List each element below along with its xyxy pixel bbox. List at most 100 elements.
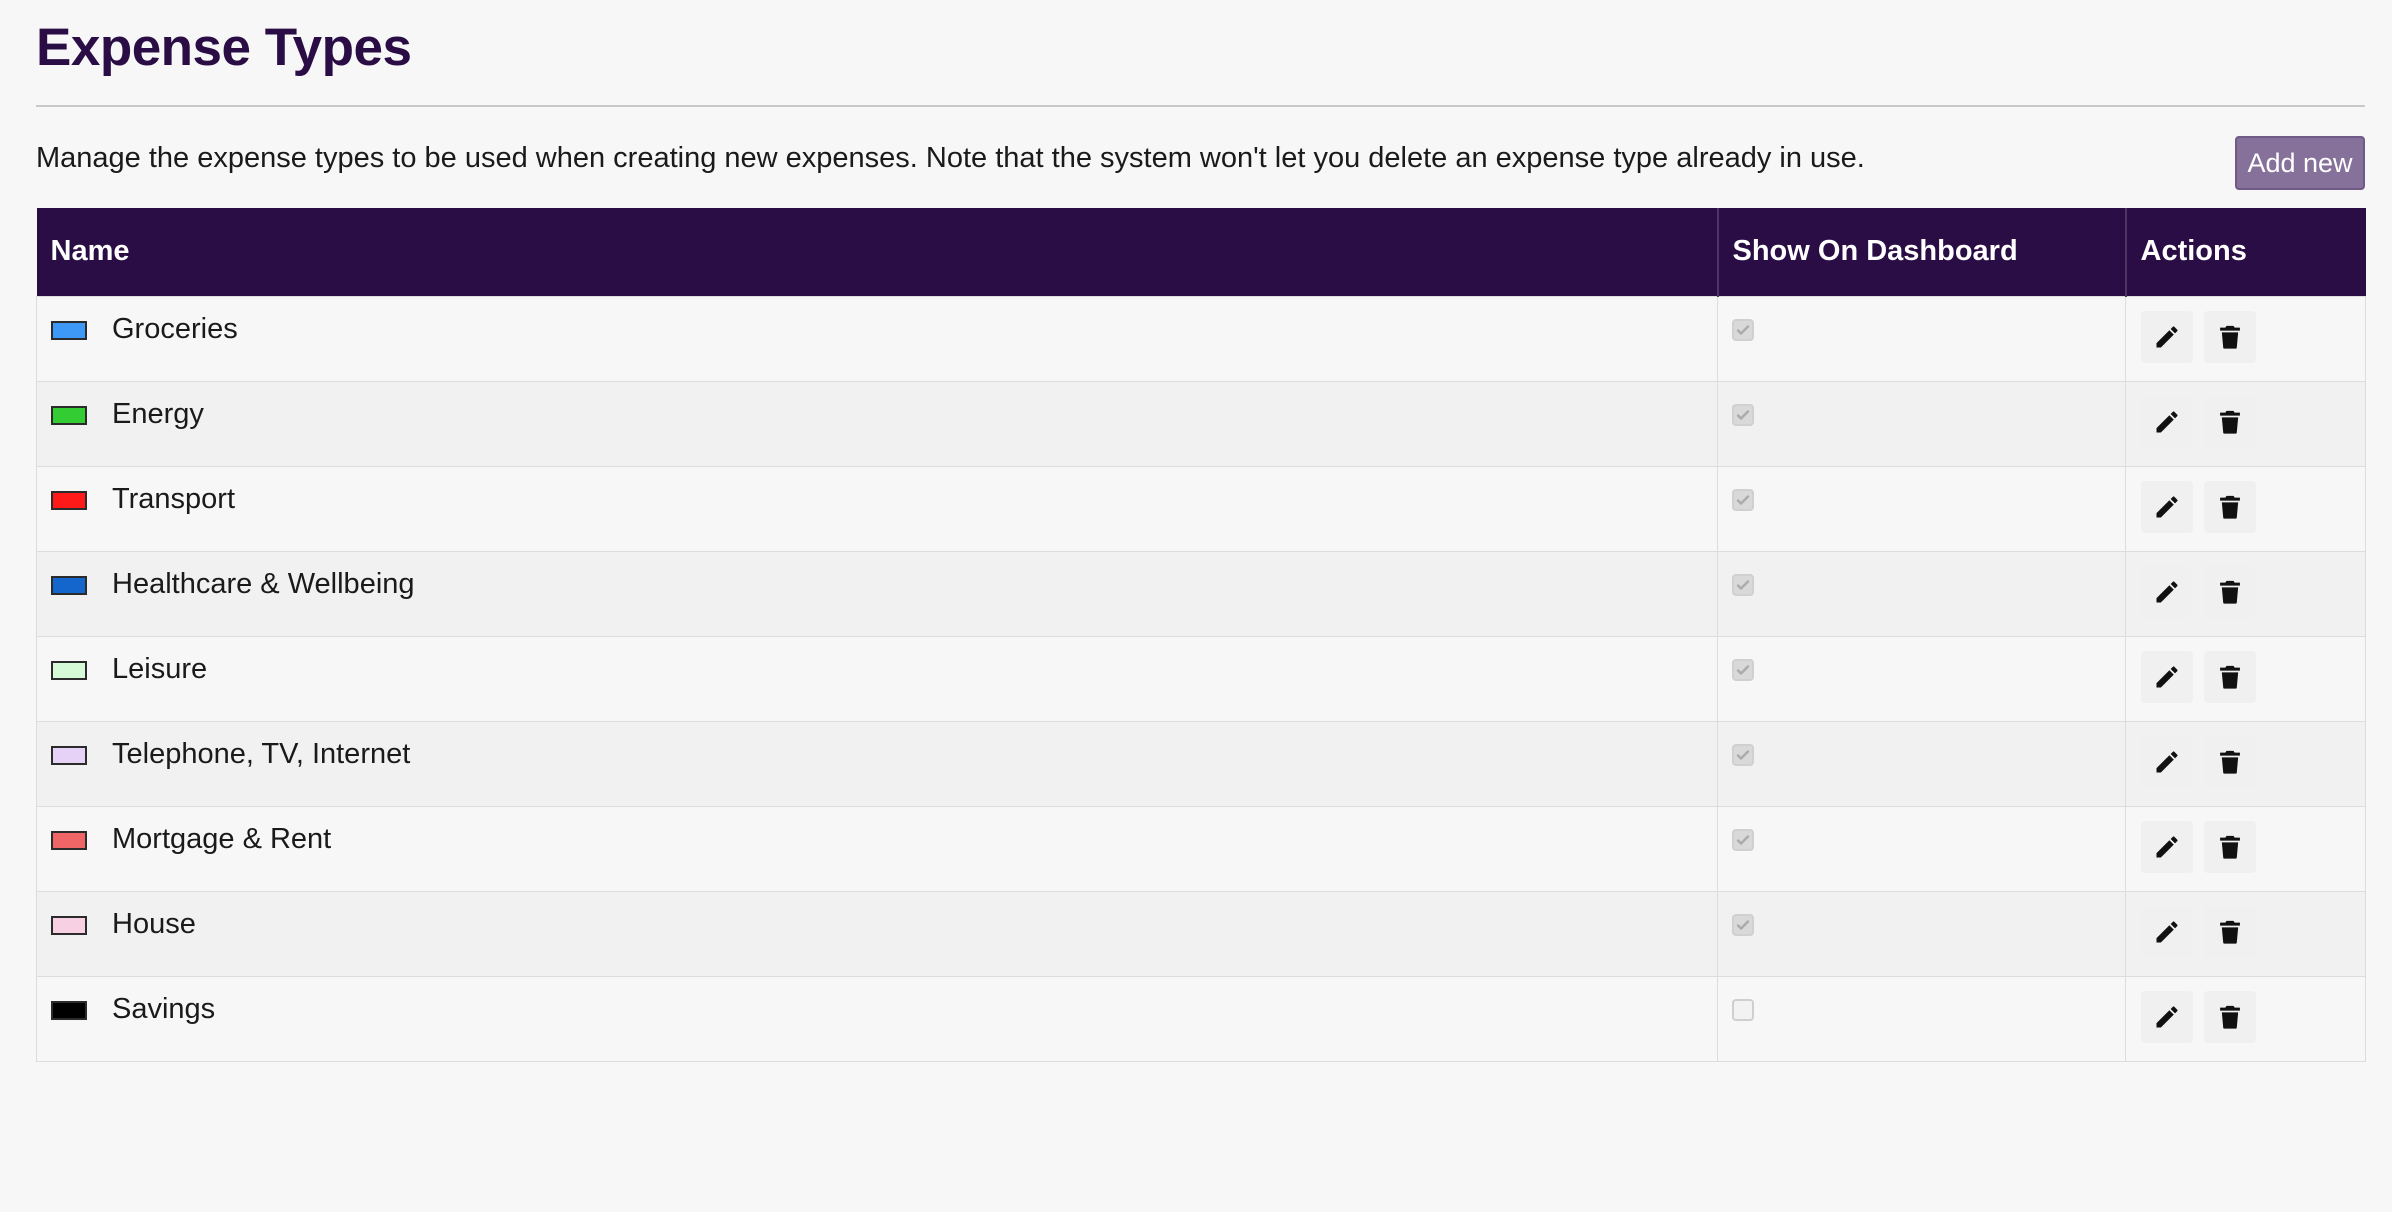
trash-icon	[2220, 410, 2240, 434]
table-row: House	[36, 890, 2366, 977]
show-on-dashboard-checkbox[interactable]	[1732, 488, 1754, 511]
show-on-dashboard-checkbox[interactable]	[1732, 743, 1754, 766]
actions-cell	[2125, 550, 2366, 637]
delete-button[interactable]	[2204, 480, 2256, 533]
dashboard-cell	[1717, 975, 2126, 1062]
trash-icon	[2220, 495, 2240, 519]
actions-cell	[2125, 465, 2366, 552]
page-description: Manage the expense types to be used when…	[36, 142, 1865, 174]
edit-button[interactable]	[2141, 905, 2193, 958]
delete-button[interactable]	[2204, 565, 2256, 618]
table-row: Transport	[36, 465, 2366, 552]
table-row: Telephone, TV, Internet	[36, 720, 2366, 807]
expense-type-name: Mortgage & Rent	[112, 822, 332, 855]
expense-type-name: Energy	[112, 397, 204, 430]
pencil-icon	[2156, 1005, 2178, 1027]
dashboard-cell	[1717, 805, 2126, 892]
trash-icon	[2220, 750, 2240, 774]
delete-button[interactable]	[2204, 820, 2256, 873]
page-title: Expense Types	[36, 18, 412, 77]
color-swatch	[51, 490, 87, 510]
trash-icon	[2220, 835, 2240, 859]
name-cell: Mortgage & Rent	[36, 805, 1718, 892]
show-on-dashboard-checkbox[interactable]	[1732, 318, 1754, 341]
edit-button[interactable]	[2141, 820, 2193, 873]
actions-cell	[2125, 890, 2366, 977]
checkmark-icon	[1736, 749, 1750, 760]
show-on-dashboard-checkbox[interactable]	[1732, 403, 1754, 426]
pencil-icon	[2156, 495, 2178, 517]
delete-button[interactable]	[2204, 395, 2256, 448]
table-row: Leisure	[36, 635, 2366, 722]
name-cell: Leisure	[36, 635, 1718, 722]
expense-type-name: House	[112, 907, 196, 940]
show-on-dashboard-checkbox[interactable]	[1732, 998, 1754, 1021]
actions-cell	[2125, 720, 2366, 807]
pencil-icon	[2156, 835, 2178, 857]
edit-button[interactable]	[2141, 395, 2193, 448]
table-row: Mortgage & Rent	[36, 805, 2366, 892]
color-swatch	[51, 915, 87, 935]
expense-type-name: Groceries	[112, 312, 238, 345]
column-header-name: Name	[36, 208, 1719, 296]
expense-type-name: Transport	[112, 482, 236, 515]
table-row: Savings	[36, 975, 2366, 1062]
actions-cell	[2125, 295, 2366, 382]
delete-button[interactable]	[2204, 905, 2256, 958]
table-row: Healthcare & Wellbeing	[36, 550, 2366, 637]
name-cell: Transport	[36, 465, 1718, 552]
show-on-dashboard-checkbox[interactable]	[1732, 573, 1754, 596]
actions-cell	[2125, 380, 2366, 467]
checkmark-icon	[1736, 919, 1750, 930]
color-swatch	[51, 405, 87, 425]
name-cell: Energy	[36, 380, 1718, 467]
show-on-dashboard-checkbox[interactable]	[1732, 913, 1754, 936]
column-header-actions: Actions	[2140, 235, 2247, 268]
color-swatch	[51, 830, 87, 850]
dashboard-cell	[1717, 890, 2126, 977]
actions-cell	[2125, 805, 2366, 892]
edit-button[interactable]	[2141, 990, 2193, 1043]
column-header-show-on-dashboard: Show On Dashboard	[1717, 208, 2127, 296]
show-on-dashboard-checkbox[interactable]	[1732, 658, 1754, 681]
delete-button[interactable]	[2204, 650, 2256, 703]
checkmark-icon	[1736, 409, 1750, 420]
name-cell: Groceries	[36, 295, 1718, 382]
checkmark-icon	[1736, 834, 1750, 845]
add-new-button[interactable]: Add new	[2235, 136, 2365, 190]
table-header-row: Name Show On Dashboard Actions	[36, 208, 2366, 296]
show-on-dashboard-checkbox[interactable]	[1732, 828, 1754, 851]
checkmark-icon	[1736, 579, 1750, 590]
trash-icon	[2220, 665, 2240, 689]
dashboard-cell	[1717, 295, 2126, 382]
name-cell: Telephone, TV, Internet	[36, 720, 1718, 807]
expense-type-name: Healthcare & Wellbeing	[112, 567, 415, 600]
pencil-icon	[2156, 325, 2178, 347]
dashboard-cell	[1717, 550, 2126, 637]
checkmark-icon	[1736, 324, 1750, 335]
delete-button[interactable]	[2204, 735, 2256, 788]
delete-button[interactable]	[2204, 990, 2256, 1043]
edit-button[interactable]	[2141, 480, 2193, 533]
checkmark-icon	[1736, 664, 1750, 675]
trash-icon	[2220, 580, 2240, 604]
color-swatch	[51, 660, 87, 680]
checkmark-icon	[1736, 494, 1750, 505]
trash-icon	[2220, 920, 2240, 944]
color-swatch	[51, 745, 87, 765]
expense-types-table: Name Show On Dashboard Actions Groceries	[36, 208, 2366, 1062]
edit-button[interactable]	[2141, 310, 2193, 363]
pencil-icon	[2156, 580, 2178, 602]
edit-button[interactable]	[2141, 735, 2193, 788]
color-swatch	[51, 320, 87, 340]
delete-button[interactable]	[2204, 310, 2256, 363]
edit-button[interactable]	[2141, 650, 2193, 703]
name-cell: Savings	[36, 975, 1718, 1062]
dashboard-cell	[1717, 465, 2126, 552]
table-row: Energy	[36, 380, 2366, 467]
expense-type-name: Savings	[112, 992, 216, 1025]
name-cell: Healthcare & Wellbeing	[36, 550, 1718, 637]
dashboard-cell	[1717, 380, 2126, 467]
title-divider	[36, 105, 2365, 107]
edit-button[interactable]	[2141, 565, 2193, 618]
